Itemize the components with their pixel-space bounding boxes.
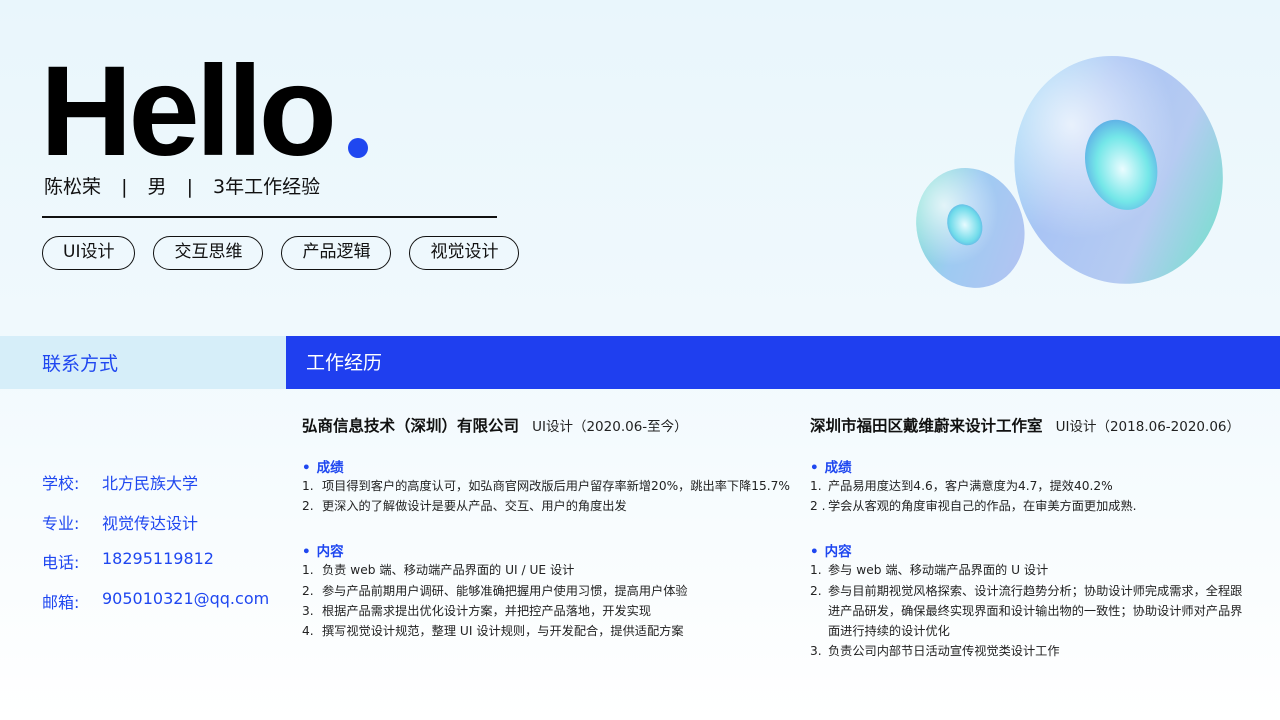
achievements-heading: • 成绩: [302, 456, 792, 476]
item-text: 学会从客观的角度审视自己的作品，在审美方面更加成熟.: [828, 499, 1137, 514]
item-text: 负责 web 端、移动端产品界面的 UI / UE 设计: [322, 563, 575, 578]
hero-divider: [42, 216, 497, 218]
list-item: 4. 撰写视觉设计规范，整理 UI 设计规则，与开发配合，提供适配方案: [302, 621, 792, 641]
contact-label: 邮箱:: [42, 592, 80, 612]
profile-separator: |: [186, 176, 193, 198]
profile-separator: |: [121, 176, 128, 198]
hello-dot-icon: [348, 138, 368, 158]
achievements-heading: • 成绩: [810, 456, 1250, 476]
job-entry: 深圳市福田区戴维蔚来设计工作室 UI设计（2018.06-2020.06） • 成…: [810, 414, 1250, 661]
item-text: 撰写视觉设计规范，整理 UI 设计规则，与开发配合，提供适配方案: [322, 624, 684, 639]
contact-row-phone: 电话: 18295119812: [42, 549, 269, 589]
item-text: 更深入的了解做设计是要从产品、交互、用户的角度出发: [322, 499, 627, 514]
item-number: 2 .: [810, 499, 826, 514]
bullet-icon: •: [302, 544, 311, 561]
contact-section-title: 联系方式: [42, 353, 119, 375]
job-entry: 弘商信息技术（深圳）有限公司 UI设计（2020.06-至今） • 成绩 1. 项目…: [302, 414, 792, 641]
item-number: 1.: [302, 479, 314, 493]
achievements-list: 1. 项目得到客户的高度认可，如弘商官网改版后用户留存率新增20%，跳出率下降15…: [302, 476, 792, 516]
content-heading: • 内容: [810, 540, 1250, 560]
item-number: 2.: [810, 583, 822, 598]
bullet-icon: •: [302, 460, 311, 476]
content-title: 内容: [824, 544, 852, 561]
item-number: 3.: [302, 603, 314, 618]
skill-tag: 产品逻辑: [281, 236, 392, 270]
content-list: 1. 负责 web 端、移动端产品界面的 UI / UE 设计 2. 参与产品前期用…: [302, 560, 792, 641]
contact-row-major: 专业: 视觉传达设计: [42, 510, 269, 550]
item-number: 4.: [302, 624, 314, 639]
job-role: UI设计（2018.06-2020.06）: [1055, 419, 1240, 435]
item-number: 2.: [302, 499, 314, 514]
skill-tag: UI设计: [42, 236, 136, 270]
content-title: 内容: [316, 544, 344, 561]
list-item: 1. 项目得到客户的高度认可，如弘商官网改版后用户留存率新增20%，跳出率下降15…: [302, 476, 792, 496]
bullet-icon: •: [810, 460, 819, 476]
contact-value-email: 905010321@qq.com: [102, 588, 270, 608]
skill-tag: 交互思维: [153, 236, 264, 270]
contact-label: 专业:: [42, 513, 80, 533]
item-number: 1.: [810, 563, 822, 578]
item-number: 1.: [302, 563, 314, 578]
item-number: 1.: [810, 479, 822, 493]
torus-rings-icon: [916, 55, 1223, 288]
list-item: 2. 更深入的了解做设计是要从产品、交互、用户的角度出发: [302, 496, 792, 516]
content-heading: • 内容: [302, 540, 792, 560]
achievements-title: 成绩: [316, 460, 344, 476]
item-text: 参与目前期视觉风格探索、设计流行趋势分析；协助设计师完成需求，全程跟进产品研发，…: [828, 583, 1243, 639]
item-text: 产品易用度达到4.6，客户满意度为4.7，提效40.2%: [828, 479, 1113, 493]
job-role: UI设计（2020.06-至今）: [532, 419, 688, 435]
work-section-header: 工作经历: [286, 336, 1280, 389]
item-text: 负责公司内部节日活动宣传视觉类设计工作: [828, 644, 1060, 659]
skill-tag: 视觉设计: [409, 236, 520, 270]
skill-tags: UI设计 交互思维 产品逻辑 视觉设计: [42, 236, 520, 270]
contact-label: 电话:: [42, 553, 80, 572]
item-number: 2.: [302, 583, 314, 598]
contact-section-header: 联系方式: [0, 336, 286, 389]
job-company: 深圳市福田区戴维蔚来设计工作室: [810, 417, 1043, 435]
achievements-list: 1. 产品易用度达到4.6，客户满意度为4.7，提效40.2% 2 . 学会从客观的…: [810, 476, 1250, 516]
contact-list: 学校: 北方民族大学 专业: 视觉传达设计 电话: 18295119812 邮箱…: [42, 470, 269, 628]
profile-line: 陈松荣 | 男 | 3年工作经验: [44, 172, 320, 199]
item-text: 参与产品前期用户调研、能够准确把握用户使用习惯，提高用户体验: [322, 583, 688, 598]
content-list: 1. 参与 web 端、移动端产品界面的 U 设计 2. 参与目前期视觉风格探索、设…: [810, 560, 1250, 661]
contact-value-school: 北方民族大学: [102, 474, 199, 493]
list-item: 2. 参与目前期视觉风格探索、设计流行趋势分析；协助设计师完成需求，全程跟进产品研…: [810, 581, 1250, 642]
profile-experience: 3年工作经验: [213, 176, 321, 198]
job-company: 弘商信息技术（深圳）有限公司: [302, 417, 520, 435]
bullet-icon: •: [810, 544, 819, 561]
item-text: 参与 web 端、移动端产品界面的 U 设计: [828, 563, 1049, 578]
list-item: 1. 产品易用度达到4.6，客户满意度为4.7，提效40.2%: [810, 476, 1250, 496]
contact-value-phone: 18295119812: [102, 549, 214, 568]
profile-name: 陈松荣: [44, 176, 102, 198]
job-header: 弘商信息技术（深圳）有限公司 UI设计（2020.06-至今）: [302, 414, 792, 442]
item-number: 3.: [810, 644, 822, 659]
contact-label: 学校:: [42, 474, 80, 493]
job-header: 深圳市福田区戴维蔚来设计工作室 UI设计（2018.06-2020.06）: [810, 414, 1250, 442]
hello-title: Hello: [40, 40, 337, 183]
contact-row-email: 邮箱: 905010321@qq.com: [42, 589, 269, 629]
work-section-title: 工作经历: [306, 352, 383, 374]
list-item: 3. 根据产品需求提出优化设计方案，并把控产品落地，开发实现: [302, 601, 792, 621]
list-item: 1. 负责 web 端、移动端产品界面的 UI / UE 设计: [302, 560, 792, 580]
list-item: 1. 参与 web 端、移动端产品界面的 U 设计: [810, 560, 1250, 580]
item-text: 根据产品需求提出优化设计方案，并把控产品落地，开发实现: [322, 603, 652, 618]
list-item: 2. 参与产品前期用户调研、能够准确把握用户使用习惯，提高用户体验: [302, 581, 792, 601]
contact-row-school: 学校: 北方民族大学: [42, 470, 269, 510]
item-text: 项目得到客户的高度认可，如弘商官网改版后用户留存率新增20%，跳出率下降15.7…: [322, 479, 790, 493]
list-item: 2 . 学会从客观的角度审视自己的作品，在审美方面更加成熟.: [810, 496, 1250, 516]
list-item: 3. 负责公司内部节日活动宣传视觉类设计工作: [810, 641, 1250, 661]
profile-gender: 男: [147, 176, 167, 198]
achievements-title: 成绩: [824, 460, 852, 476]
contact-value-major: 视觉传达设计: [102, 513, 199, 533]
